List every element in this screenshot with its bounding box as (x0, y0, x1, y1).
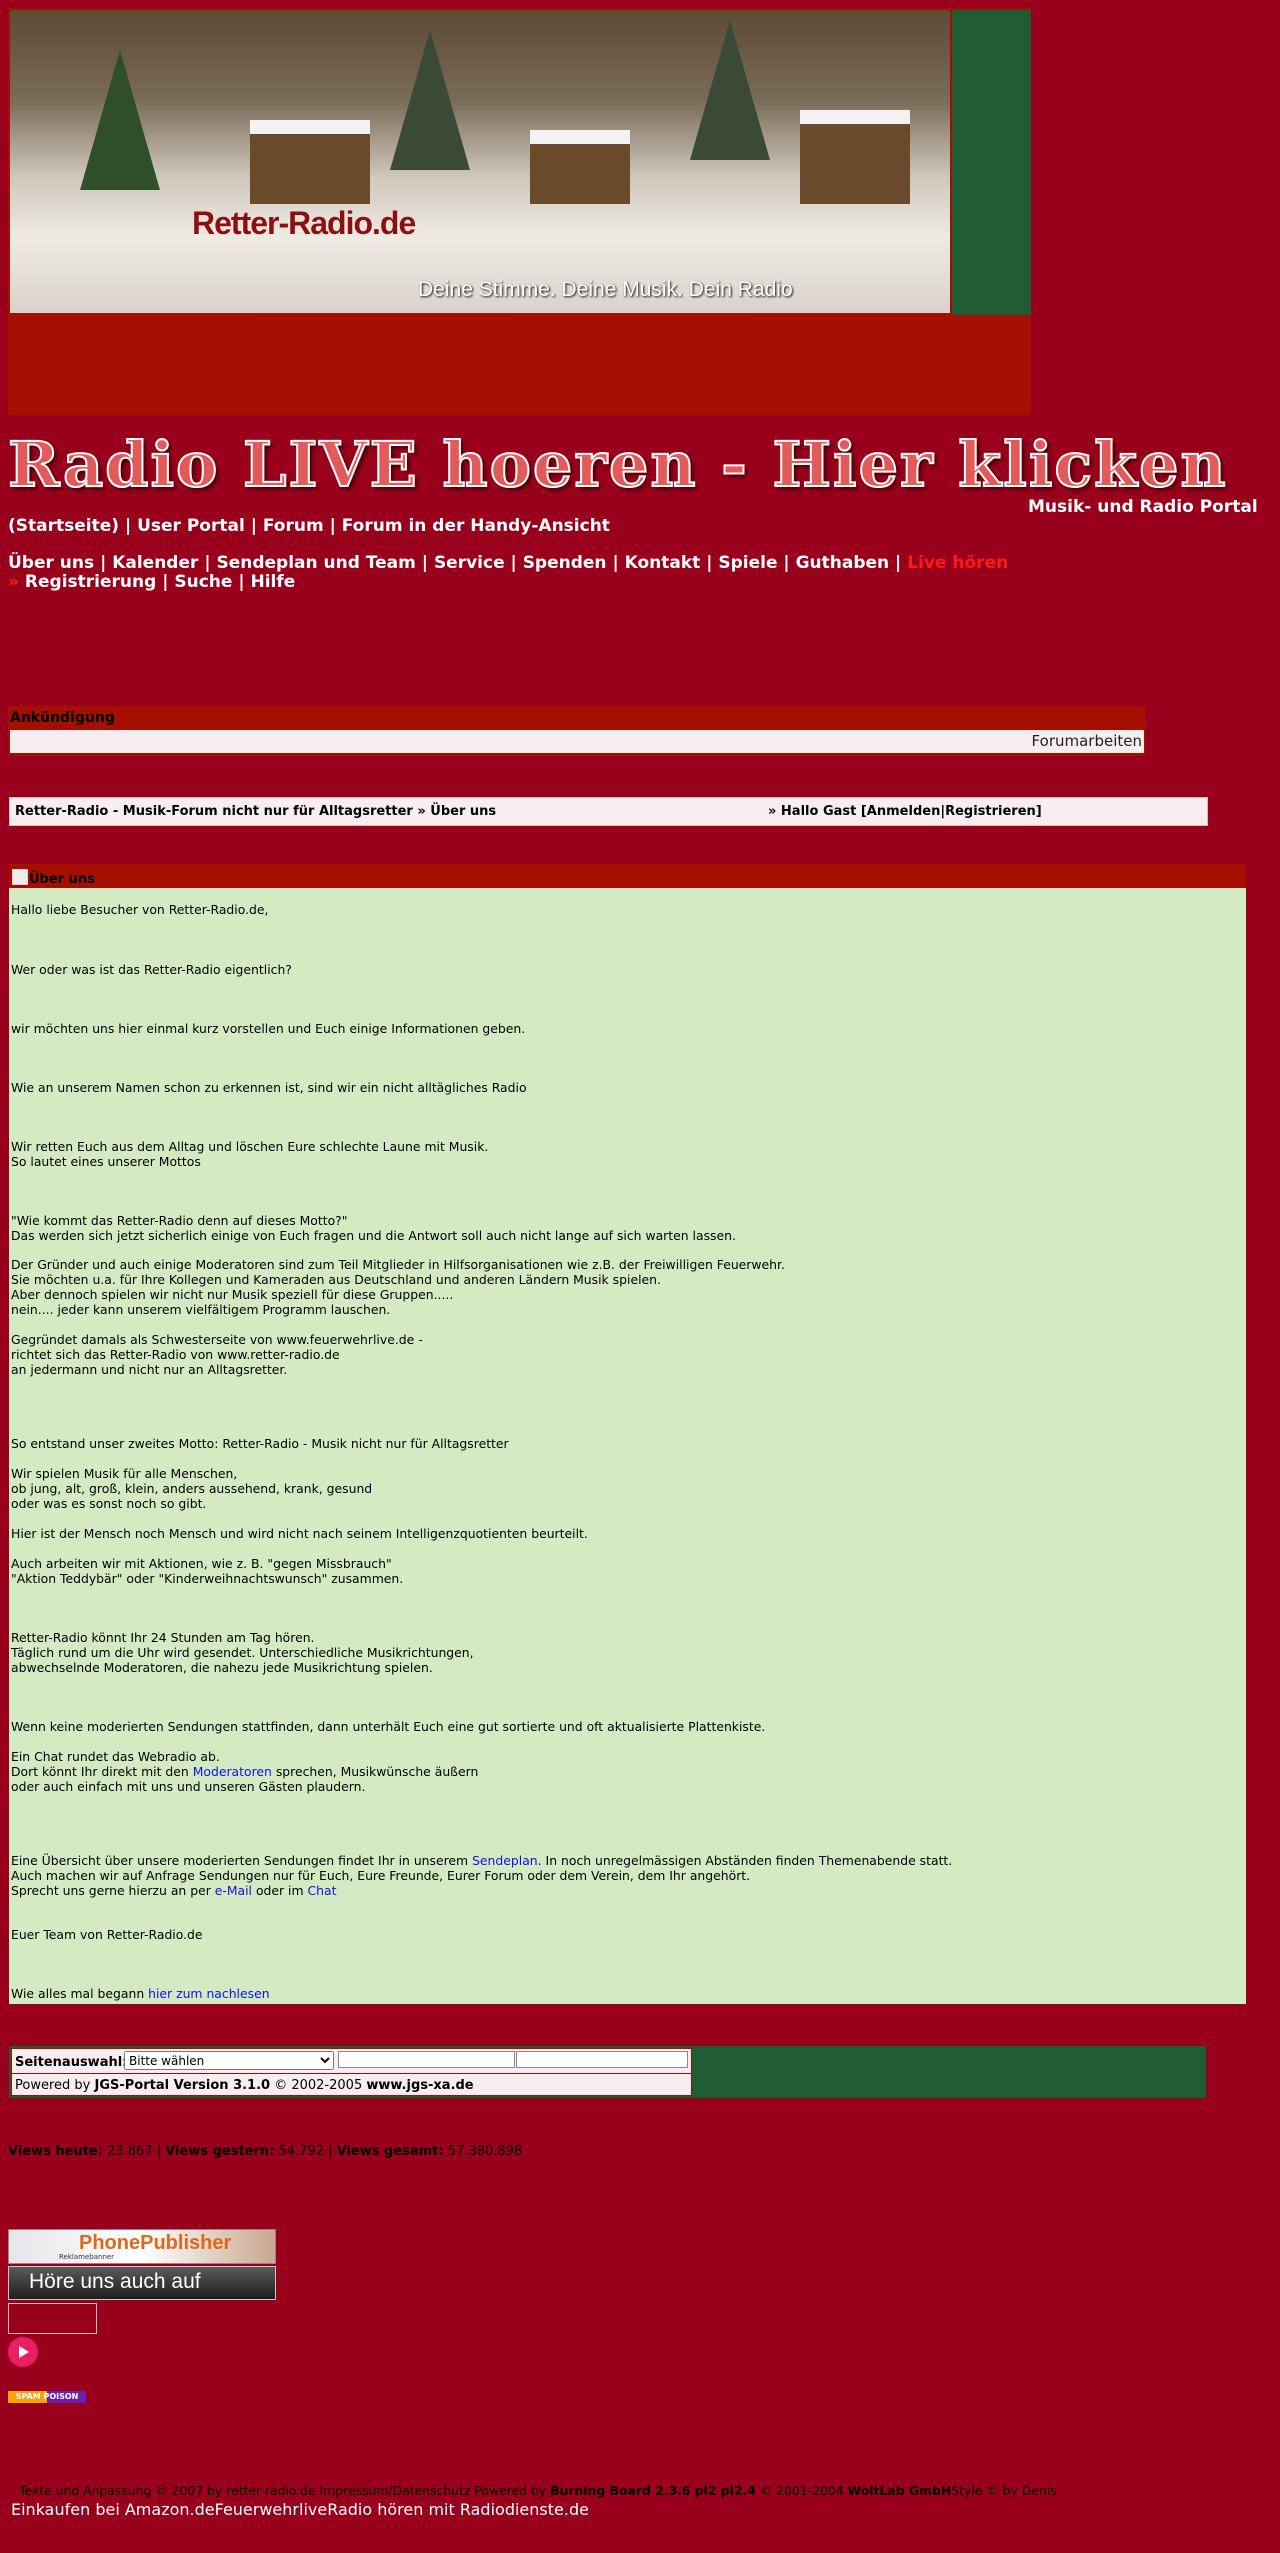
moderatoren-link[interactable]: Moderatoren (193, 1764, 272, 1779)
page-selector-dropdown[interactable]: Bitte wählen (124, 2051, 334, 2070)
paragraph: Wer oder was ist das Retter-Radio eigent… (11, 962, 292, 977)
paragraph: Gegründet damals als Schwesterseite von … (11, 1332, 423, 1377)
paragraph: Ein Chat rundet das Webradio ab. Dort kö… (11, 1749, 479, 1794)
nav-suche[interactable]: Suche (174, 572, 232, 592)
portal-title: Musik- und Radio Portal (1028, 497, 1258, 517)
nav-forum-handy[interactable]: Forum in der Handy-Ansicht (342, 516, 610, 536)
powered-by: Powered by JGS-Portal Version 3.1.0 © 20… (15, 2078, 474, 2093)
breadcrumb-path[interactable]: Retter-Radio - Musik-Forum nicht nur für… (15, 804, 496, 819)
footer-links[interactable]: Einkaufen bei Amazon.deFeuerwehrliveRadi… (11, 2500, 589, 2519)
selector-field-2[interactable] (516, 2051, 688, 2068)
announcement-title: Ankündigung (10, 710, 115, 726)
paragraph: Wir spielen Musik für alle Menschen, ob … (11, 1466, 373, 1511)
panel-header: Über uns (9, 864, 1246, 888)
nav-registrierung[interactable]: Registrierung (25, 572, 156, 592)
nav-row-1: (Startseite) | User Portal | Forum | For… (8, 516, 610, 536)
banner-side-panel (952, 10, 1031, 315)
paragraph: Wenn keine moderierten Sendungen stattfi… (11, 1719, 766, 1734)
selector-field-1[interactable] (338, 2051, 515, 2068)
nav-ueber-uns[interactable]: Über uns (8, 553, 94, 573)
paragraph: So entstand unser zweites Motto: Retter-… (11, 1436, 509, 1451)
about-us-text: Hallo liebe Besucher von Retter-Radio.de… (11, 902, 1241, 2001)
banner-image[interactable]: Retter-Radio.de Deine Stimme. Deine Musi… (10, 10, 950, 313)
paragraph: Retter-Radio könnt Ihr 24 Stunden am Tag… (11, 1630, 474, 1675)
live-radio-banner-link[interactable]: Radio LIVE hoeren - Hier klicken (7, 427, 1228, 502)
play-icon[interactable] (8, 2337, 38, 2367)
nav-kalender[interactable]: Kalender (112, 553, 198, 573)
house-decoration (530, 130, 630, 204)
jgs-link[interactable]: www.jgs-xa.de (366, 2078, 473, 2093)
announcement-ticker: Forumarbeiten (10, 730, 1144, 753)
raquo-icon: » (8, 572, 19, 592)
page-selector-box: Seitenauswahl: Bitte wählen Powered by J… (11, 2048, 692, 2096)
page-selector-bar: Seitenauswahl: Bitte wählen Powered by J… (9, 2046, 1206, 2098)
nav-hilfe[interactable]: Hilfe (250, 572, 295, 592)
banner-slogan: Deine Stimme. Deine Musik. Dein Radio (418, 278, 793, 301)
nav-startseite[interactable]: (Startseite) (8, 516, 119, 536)
nav-sendeplan[interactable]: Sendeplan und Team (216, 553, 415, 573)
about-us-panel: Über uns Hallo liebe Besucher von Retter… (9, 864, 1246, 2004)
paragraph: Eine Übersicht über unsere moderierten S… (11, 1853, 953, 1898)
nav-spiele[interactable]: Spiele (718, 553, 777, 573)
chat-link[interactable]: Chat (308, 1883, 337, 1898)
tree-decoration (690, 20, 770, 160)
nav-kontakt[interactable]: Kontakt (625, 553, 701, 573)
nav-user-portal[interactable]: User Portal (137, 516, 245, 536)
broken-image-icon (12, 869, 28, 885)
phonepublisher-badge[interactable]: PhonePublisher Reklamebanner (8, 2229, 276, 2264)
paragraph: wir möchten uns hier einmal kurz vorstel… (11, 1021, 526, 1036)
paragraph: Auch arbeiten wir mit Aktionen, wie z. B… (11, 1556, 404, 1586)
panel-title: Über uns (12, 869, 95, 887)
banner-brand: Retter-Radio.de (192, 205, 416, 241)
nav-live-hoeren[interactable]: Live hören (907, 553, 1008, 573)
paragraph: Der Gründer und auch einige Moderatoren … (11, 1257, 785, 1317)
footer-copyright: Texte und Anpassung © 2007 by retter-rad… (19, 2483, 1057, 2498)
nav-forum[interactable]: Forum (263, 516, 324, 536)
paragraph: Euer Team von Retter-Radio.de (11, 1927, 203, 1942)
paragraph: Wie alles mal begann hier zum nachlesen (11, 1986, 270, 2001)
page-selector-label: Seitenauswahl: (15, 2055, 128, 2070)
view-counter: Views heute: 23.867 | Views gestern: 54.… (8, 2144, 523, 2159)
breadcrumb: Retter-Radio - Musik-Forum nicht nur für… (9, 797, 1208, 826)
paragraph: Wie an unserem Namen schon zu erkennen i… (11, 1080, 527, 1095)
house-decoration (250, 120, 370, 204)
header-banner: Retter-Radio.de Deine Stimme. Deine Musi… (8, 8, 1031, 415)
announcement-box: Ankündigung Forumarbeiten (8, 706, 1146, 756)
paragraph: Hallo liebe Besucher von Retter-Radio.de… (11, 902, 269, 917)
tree-decoration (390, 30, 470, 170)
announcement-text: Forumarbeiten (1031, 732, 1142, 750)
page-selector-row: Seitenauswahl: Bitte wählen (12, 2049, 691, 2074)
nav-row-2: Über uns | Kalender | Sendeplan und Team… (8, 553, 1009, 573)
hoere-uns-badge[interactable]: Höre uns auch auf (8, 2266, 276, 2300)
spam-poison-badge[interactable]: SPAM POISON (8, 2391, 86, 2403)
paragraph: "Wie kommt das Retter-Radio denn auf die… (11, 1213, 736, 1243)
guest-login-links[interactable]: » Hallo Gast [Anmelden|Registrieren] (768, 804, 1042, 819)
nav-row-3: » Registrierung | Suche | Hilfe (8, 572, 296, 592)
paragraph: Hier ist der Mensch noch Mensch und wird… (11, 1526, 588, 1541)
broken-image-badge[interactable] (8, 2303, 97, 2334)
email-link[interactable]: e-Mail (215, 1883, 252, 1898)
history-link[interactable]: hier zum nachlesen (148, 1986, 269, 2001)
nav-guthaben[interactable]: Guthaben (796, 553, 890, 573)
tree-decoration (80, 50, 160, 190)
house-decoration (800, 110, 910, 204)
paragraph: Wir retten Euch aus dem Alltag und lösch… (11, 1139, 489, 1169)
nav-spenden[interactable]: Spenden (523, 553, 607, 573)
sendeplan-link[interactable]: Sendeplan (472, 1853, 538, 1868)
nav-service[interactable]: Service (434, 553, 505, 573)
